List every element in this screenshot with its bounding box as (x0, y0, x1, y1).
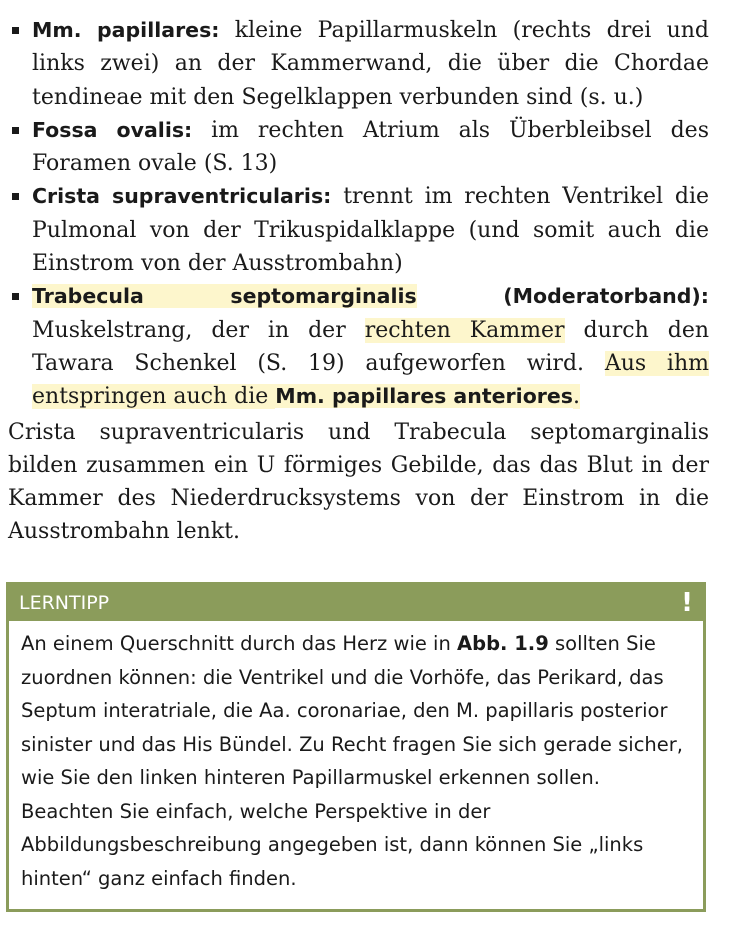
term-highlighted: Trabecula septomarginalis (32, 284, 417, 309)
body-paragraph: Crista supraventricularis und Trabecula … (8, 419, 709, 545)
definition-list: Mm. papillares: kleine Papillarmuskeln (… (0, 0, 733, 414)
tip-body: An einem Querschnitt durch das Herz wie … (9, 621, 703, 895)
tip-title: LERNTIPP (19, 592, 110, 614)
tip-header: LERNTIPP ! (9, 585, 703, 621)
page: Mm. papillares: kleine Papillarmuskeln (… (0, 0, 733, 927)
bullet-icon (12, 293, 19, 301)
bullet-icon (12, 126, 19, 134)
figure-reference: Abb. 1.9 (457, 632, 549, 655)
list-item: Crista supraventricularis: trennt im rec… (10, 180, 709, 280)
tip-text: An einem Querschnitt durch das Herz wie … (21, 632, 458, 655)
highlighted-text: . (573, 384, 580, 410)
bullet-icon (12, 193, 19, 201)
highlighted-text: rechten Kammer (364, 317, 565, 343)
list-item: Trabecula septomarginalis (Moderatorband… (10, 280, 709, 413)
definition-text: Muskelstrang, der in der (32, 317, 365, 343)
list-item: Mm. papillares: kleine Papillarmuskeln (… (10, 14, 709, 114)
term: Crista supraventricularis: (32, 184, 332, 209)
learning-tip-box: LERNTIPP ! An einem Querschnitt durch da… (6, 582, 706, 912)
bullet-icon (12, 27, 19, 34)
exclamation-icon: ! (681, 588, 693, 618)
term: Mm. papillares: (32, 18, 220, 42)
term: Fossa ovalis: (32, 117, 193, 142)
term-suffix: (Moderatorband): (416, 284, 709, 309)
list-item: Fossa ovalis: im rechten Atrium als Über… (10, 114, 709, 181)
highlighted-term: Mm. papillares anteriores (275, 384, 573, 409)
tip-text: sollten Sie zuordnen können: die Ventrik… (21, 632, 683, 890)
